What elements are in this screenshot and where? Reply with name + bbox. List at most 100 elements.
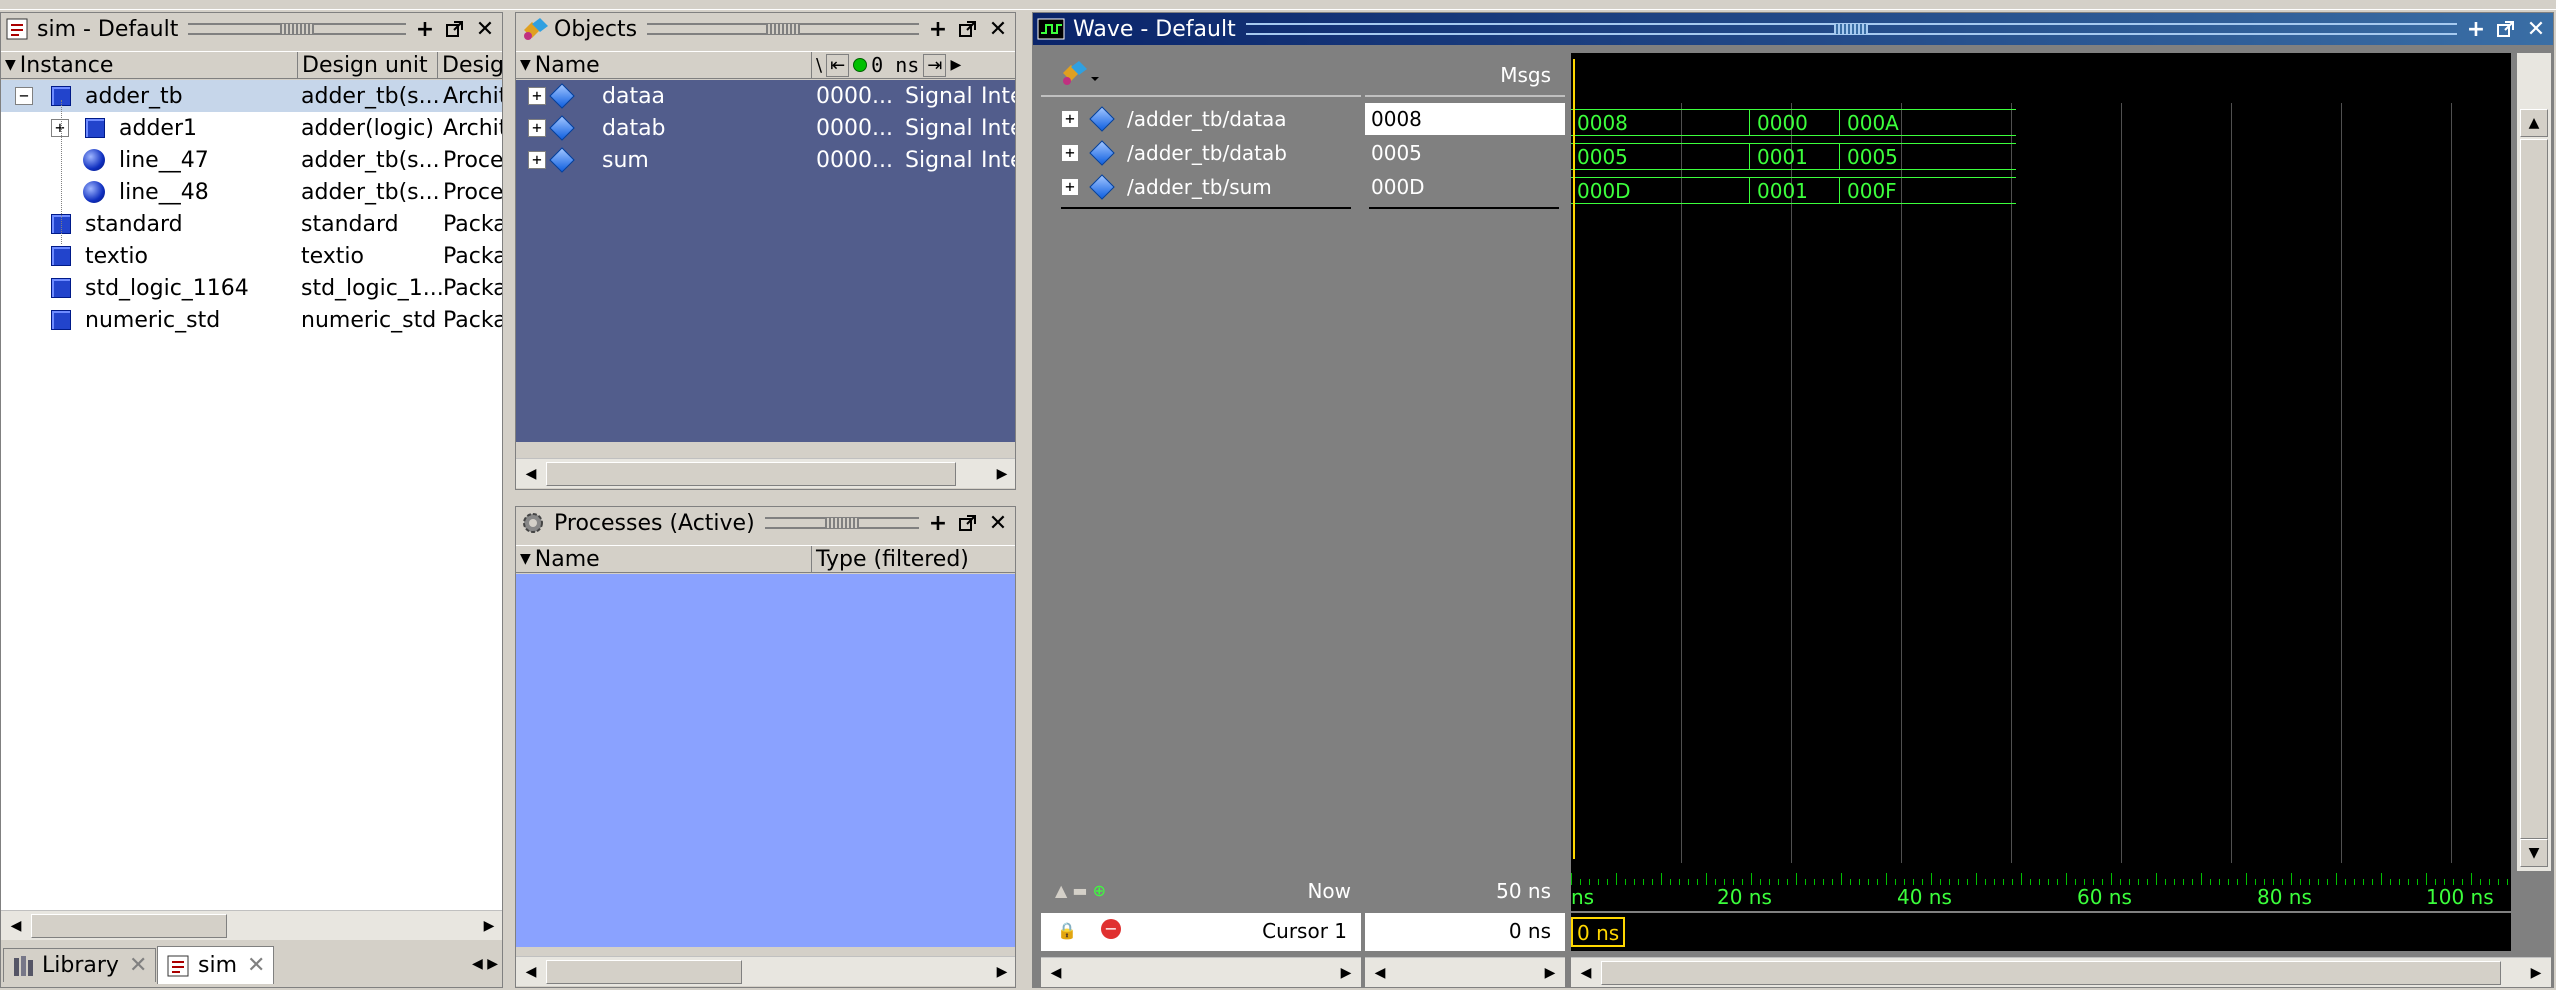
scroll-thumb[interactable]: [31, 914, 227, 938]
add-icon[interactable]: +: [925, 16, 951, 42]
column-design-type[interactable]: Desig: [438, 52, 502, 78]
add-icon[interactable]: +: [412, 16, 438, 42]
processes-titlebar[interactable]: Processes (Active) + ✕: [516, 507, 1015, 539]
cursor-tools-icon[interactable]: ▲ ▬ ⊕: [1055, 881, 1106, 900]
scroll-thumb[interactable]: [546, 960, 742, 984]
tree-row[interactable]: line__47 adder_tb(s... Proce: [1, 144, 502, 176]
expand-icon[interactable]: +: [528, 119, 546, 137]
wave-vscroll[interactable]: ▲ ▼: [2517, 53, 2551, 871]
scroll-thumb[interactable]: [546, 462, 956, 486]
object-row[interactable]: + datab 0000... Signal Inte: [516, 112, 1015, 144]
expand-icon[interactable]: +: [1061, 178, 1079, 196]
more-arrow-icon[interactable]: ▶: [950, 57, 961, 73]
expand-icon[interactable]: +: [51, 119, 69, 137]
collapse-icon[interactable]: −: [15, 87, 33, 105]
signal-row[interactable]: + /adder_tb/sum: [1047, 171, 1357, 203]
add-icon[interactable]: +: [2463, 16, 2489, 42]
processes-hscroll[interactable]: ◀ ▶: [516, 956, 1015, 986]
axis-tick: [1787, 879, 1788, 885]
signal-icon: [1089, 106, 1115, 132]
cursor-line[interactable]: [1573, 59, 1575, 859]
instance-name: standard: [85, 211, 183, 237]
expand-icon[interactable]: +: [1061, 110, 1079, 128]
expand-icon[interactable]: +: [528, 151, 546, 169]
wave-titlebar[interactable]: Wave - Default + ✕: [1033, 13, 2553, 45]
column-design-unit[interactable]: Design unit: [298, 52, 438, 78]
axis-tick: [2012, 879, 2013, 885]
tree-row[interactable]: − adder_tb adder_tb(s... Archit: [1, 80, 502, 112]
remove-cursor-icon[interactable]: −: [1101, 919, 1121, 939]
signal-value[interactable]: 0008: [1365, 103, 1565, 135]
design-unit: adder_tb(s...: [301, 83, 440, 109]
instance-name: adder1: [119, 115, 197, 141]
wave-trace-sum[interactable]: 000D 0001 000F: [1571, 177, 2016, 205]
design-unit: numeric_std: [301, 307, 437, 333]
drag-grip[interactable]: [1245, 23, 2457, 35]
object-row[interactable]: + dataa 0000... Signal Inte: [516, 80, 1015, 112]
signal-row[interactable]: + /adder_tb/dataa: [1047, 103, 1357, 135]
close-icon[interactable]: ✕: [2523, 16, 2549, 42]
column-name[interactable]: ▼ Name: [516, 52, 812, 78]
tree-row[interactable]: std_logic_1164 std_logic_1... Packa: [1, 272, 502, 304]
tab-library[interactable]: Library ✕: [3, 948, 157, 982]
cursor-row[interactable]: 🔒 − Cursor 1: [1041, 913, 1361, 951]
scroll-thumb[interactable]: [2520, 139, 2548, 839]
drag-grip[interactable]: [647, 23, 919, 35]
tree-row[interactable]: textio textio Packa: [1, 240, 502, 272]
lock-icon[interactable]: 🔒: [1057, 921, 1077, 940]
axis-tick: [1706, 873, 1707, 885]
objects-dropdown-icon[interactable]: [1061, 59, 1101, 89]
design-unit: textio: [301, 243, 364, 269]
processes-pane: Processes (Active) + ✕ ▼ Name Type (filte…: [515, 506, 1016, 988]
scroll-thumb[interactable]: [1601, 961, 2501, 985]
objects-titlebar[interactable]: Objects + ✕: [516, 13, 1015, 45]
sim-titlebar[interactable]: sim - Default + ✕: [1, 13, 502, 45]
values-hscroll[interactable]: ◀ ▶: [1365, 957, 1565, 987]
drag-grip[interactable]: [764, 517, 919, 529]
names-hscroll[interactable]: ◀ ▶: [1041, 957, 1361, 987]
undock-icon[interactable]: [2493, 16, 2519, 42]
axis-tick: [2192, 879, 2193, 885]
sim-hscroll[interactable]: ◀ ▶: [1, 910, 502, 940]
tree-row[interactable]: standard standard Packa: [1, 208, 502, 240]
tree-row[interactable]: + adder1 adder(logic) Archit: [1, 112, 502, 144]
drag-grip[interactable]: [188, 23, 406, 35]
tree-row[interactable]: line__48 adder_tb(s... Proce: [1, 176, 502, 208]
axis-tick: [1670, 879, 1671, 885]
waveform-area[interactable]: 0008 0000 000A 0005 0001 0005 000D 0001 …: [1571, 53, 2511, 871]
step-back-icon[interactable]: ⇤: [826, 53, 850, 77]
add-icon[interactable]: +: [925, 510, 951, 536]
tree-row[interactable]: numeric_std numeric_std Packa: [1, 304, 502, 336]
close-icon[interactable]: ✕: [247, 953, 265, 978]
objects-hscroll[interactable]: ◀ ▶: [516, 458, 1015, 488]
cursor-track[interactable]: 0 ns: [1571, 913, 2511, 951]
axis-tick: [2210, 879, 2211, 885]
signal-row[interactable]: + /adder_tb/datab: [1047, 137, 1357, 169]
close-icon[interactable]: ✕: [472, 16, 498, 42]
undock-icon[interactable]: [955, 16, 981, 42]
object-row[interactable]: + sum 0000... Signal Inte: [516, 144, 1015, 176]
cursor-time-box[interactable]: 0 ns: [1571, 917, 1626, 947]
step-forward-icon[interactable]: ⇥: [923, 53, 947, 77]
column-instance[interactable]: ▼ Instance: [1, 52, 298, 78]
wave-hscroll[interactable]: ◀ ▶: [1571, 957, 2551, 987]
close-icon[interactable]: ✕: [985, 510, 1011, 536]
close-icon[interactable]: ✕: [985, 16, 1011, 42]
axis-tick: [1868, 879, 1869, 885]
tab-scroll-arrows[interactable]: ◀ ▶: [472, 956, 498, 972]
wave-trace-dataa[interactable]: 0008 0000 000A: [1571, 109, 2016, 137]
column-divider-icon[interactable]: \: [816, 55, 822, 76]
wave-trace-datab[interactable]: 0005 0001 0005: [1571, 143, 2016, 171]
tab-sim[interactable]: sim ✕: [157, 946, 275, 984]
column-name[interactable]: ▼ Name: [516, 546, 812, 572]
time-value[interactable]: 0 ns: [871, 53, 919, 77]
expand-icon[interactable]: +: [1061, 144, 1079, 162]
scroll-down-icon[interactable]: ▼: [2520, 839, 2548, 867]
scroll-up-icon[interactable]: ▲: [2520, 109, 2548, 137]
undock-icon[interactable]: [955, 510, 981, 536]
undock-icon[interactable]: [442, 16, 468, 42]
library-icon: [12, 954, 36, 978]
expand-icon[interactable]: +: [528, 87, 546, 105]
close-icon[interactable]: ✕: [129, 953, 147, 978]
column-type[interactable]: Type (filtered): [812, 546, 1015, 572]
